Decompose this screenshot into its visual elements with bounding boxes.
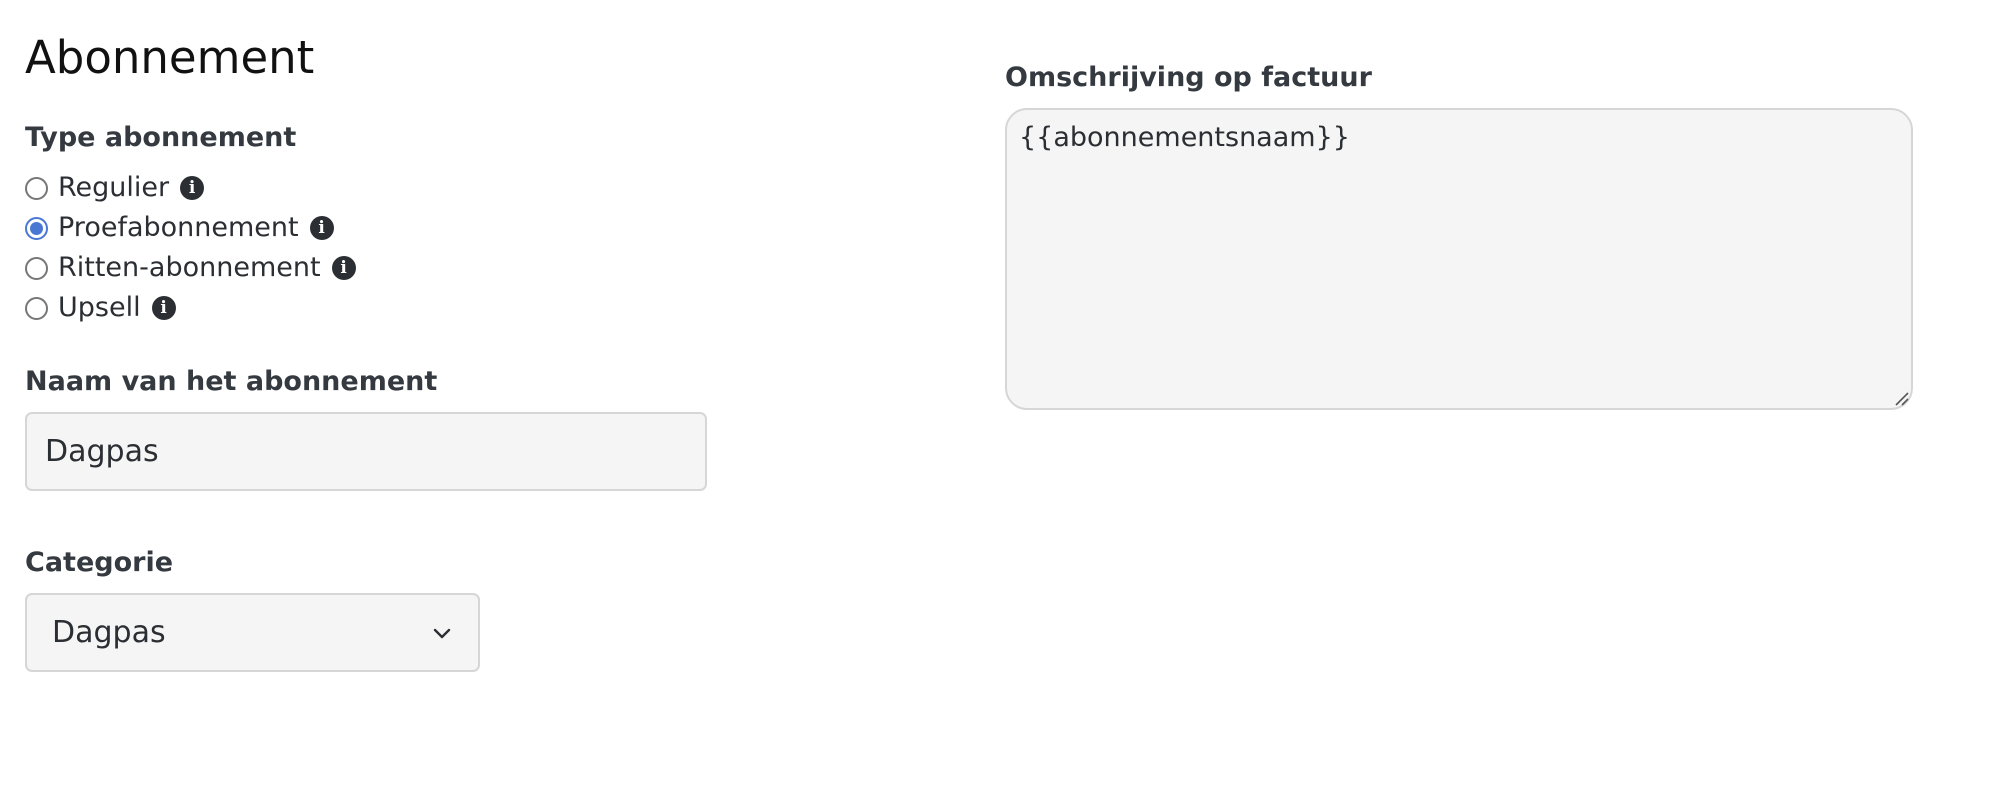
radio-option-upsell[interactable]: Upsell i: [25, 288, 356, 328]
radio-button[interactable]: [25, 296, 48, 320]
radio-label[interactable]: Ritten-abonnement: [58, 250, 321, 286]
name-field-label: Naam van het abonnement: [25, 366, 438, 397]
radio-button[interactable]: [25, 216, 48, 240]
page-title: Abonnement: [25, 31, 315, 84]
type-abonnement-label: Type abonnement: [25, 122, 297, 153]
description-field-label: Omschrijving op factuur: [1005, 62, 1372, 93]
info-icon[interactable]: i: [180, 176, 205, 200]
type-abonnement-radio-group: Regulier i Proefabonnement i Ritten-abon…: [25, 168, 356, 328]
radio-option-ritten-abonnement[interactable]: Ritten-abonnement i: [25, 248, 356, 288]
radio-option-proefabonnement[interactable]: Proefabonnement i: [25, 208, 356, 248]
name-input[interactable]: [25, 412, 707, 491]
category-selected-value: Dagpas: [52, 615, 166, 650]
resize-handle-icon[interactable]: [1893, 390, 1909, 406]
radio-option-regulier[interactable]: Regulier i: [25, 168, 356, 208]
info-icon[interactable]: i: [331, 256, 356, 280]
info-icon[interactable]: i: [309, 216, 334, 240]
radio-label[interactable]: Proefabonnement: [58, 210, 299, 246]
description-textarea[interactable]: {{abonnementsnaam}}: [1005, 108, 1913, 410]
category-field-label: Categorie: [25, 547, 174, 578]
category-select[interactable]: Dagpas: [25, 593, 480, 672]
chevron-down-icon: [433, 628, 451, 638]
info-icon[interactable]: i: [151, 296, 176, 320]
radio-button[interactable]: [25, 256, 48, 280]
radio-button[interactable]: [25, 176, 48, 200]
radio-label[interactable]: Upsell: [58, 290, 141, 326]
radio-label[interactable]: Regulier: [58, 170, 169, 206]
